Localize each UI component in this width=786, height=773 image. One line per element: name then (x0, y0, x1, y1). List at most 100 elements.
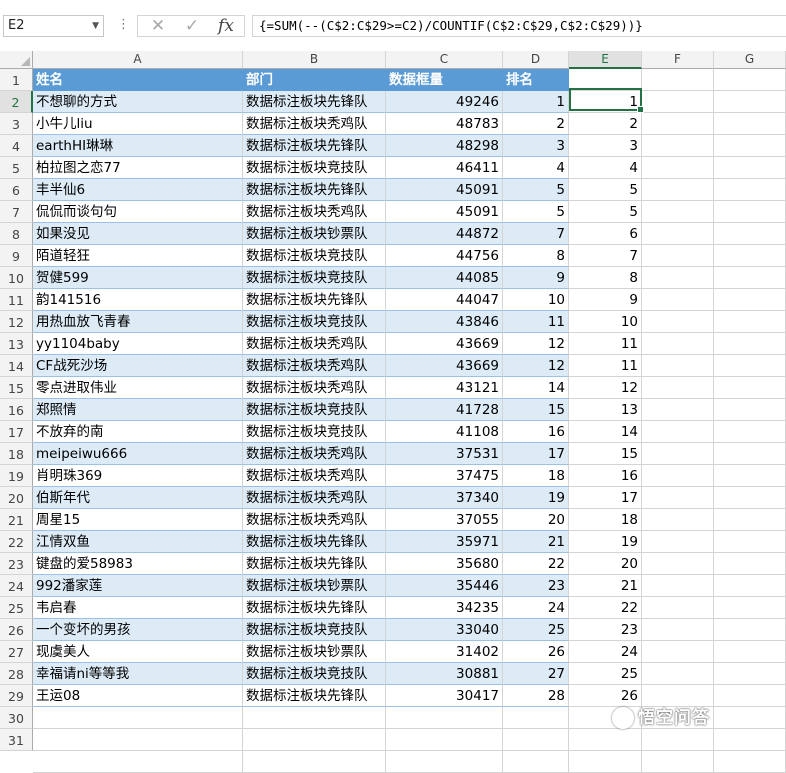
row-header-30[interactable]: 30 (0, 707, 33, 729)
cell-dept[interactable]: 数据标注板块竞技队 (243, 157, 386, 179)
cell-name[interactable]: 小牛儿liu (33, 113, 243, 135)
cell-dense-rank[interactable]: 8 (569, 267, 642, 289)
cell-rank[interactable]: 18 (503, 465, 569, 487)
cell-score[interactable]: 37475 (386, 465, 503, 487)
row-header-13[interactable]: 13 (0, 333, 33, 355)
cell-empty[interactable] (714, 179, 786, 201)
cell-empty[interactable] (642, 597, 714, 619)
cell-score[interactable]: 48298 (386, 135, 503, 157)
cell-empty[interactable] (714, 707, 786, 729)
cell-rank[interactable]: 5 (503, 201, 569, 223)
row-header-21[interactable]: 21 (0, 509, 33, 531)
name-box[interactable]: E2 ▼ (3, 15, 104, 37)
cell-empty[interactable] (642, 641, 714, 663)
cell-score[interactable]: 44085 (386, 267, 503, 289)
cell-empty[interactable] (642, 531, 714, 553)
row-header-6[interactable]: 6 (0, 179, 33, 201)
cell-rank[interactable]: 11 (503, 311, 569, 333)
row-header-11[interactable]: 11 (0, 289, 33, 311)
cell-empty[interactable] (714, 751, 786, 773)
cell-empty[interactable] (642, 421, 714, 443)
cell-dense-rank[interactable]: 21 (569, 575, 642, 597)
cell-empty[interactable] (642, 443, 714, 465)
cell-score[interactable]: 44756 (386, 245, 503, 267)
cell-name[interactable]: earthHI琳琳 (33, 135, 243, 157)
cell-empty[interactable] (642, 91, 714, 113)
cell-name[interactable]: 如果没见 (33, 223, 243, 245)
cell-score[interactable]: 33040 (386, 619, 503, 641)
cell-empty[interactable] (714, 443, 786, 465)
cell-rank[interactable]: 22 (503, 553, 569, 575)
formula-input[interactable]: {=SUM(--(C$2:C$29>=C2)/COUNTIF(C$2:C$29,… (252, 15, 786, 37)
cell-rank[interactable]: 26 (503, 641, 569, 663)
cell-dept[interactable]: 数据标注板块竞技队 (243, 619, 386, 641)
cell-rank[interactable]: 10 (503, 289, 569, 311)
row-header-2[interactable]: 2 (0, 91, 33, 113)
cell-rank[interactable]: 9 (503, 267, 569, 289)
cell-empty[interactable] (642, 289, 714, 311)
cell-empty[interactable] (714, 531, 786, 553)
cell-name[interactable]: 江情双鱼 (33, 531, 243, 553)
cell-score[interactable]: 35680 (386, 553, 503, 575)
cell-empty[interactable] (386, 729, 503, 751)
cell-rank[interactable]: 17 (503, 443, 569, 465)
cell-name[interactable]: 一个变坏的男孩 (33, 619, 243, 641)
cell-empty[interactable] (243, 751, 386, 773)
cell-name[interactable]: 键盘的爱58983 (33, 553, 243, 575)
cell-name[interactable]: 伯斯年代 (33, 487, 243, 509)
cell-dense-rank[interactable]: 24 (569, 641, 642, 663)
chevron-down-icon[interactable]: ▼ (92, 16, 99, 36)
cell-empty[interactable] (642, 619, 714, 641)
cell-empty[interactable] (714, 729, 786, 751)
cell-dept[interactable]: 数据标注板块竞技队 (243, 663, 386, 685)
cell-empty[interactable] (33, 707, 243, 729)
cell-dept[interactable]: 数据标注板块先锋队 (243, 179, 386, 201)
cell-name[interactable]: 韵141516 (33, 289, 243, 311)
cell-score[interactable]: 35446 (386, 575, 503, 597)
row-header-3[interactable]: 3 (0, 113, 33, 135)
cell-score[interactable]: 37531 (386, 443, 503, 465)
cell-dense-rank[interactable]: 5 (569, 201, 642, 223)
cell-dept[interactable]: 数据标注板块秃鸡队 (243, 487, 386, 509)
cell-empty[interactable] (642, 333, 714, 355)
cell-name[interactable]: 贺健599 (33, 267, 243, 289)
cell-dept[interactable]: 数据标注板块先锋队 (243, 597, 386, 619)
cell-dense-rank[interactable]: 7 (569, 245, 642, 267)
cell-empty[interactable] (714, 685, 786, 707)
cancel-icon[interactable]: ✕ (144, 16, 172, 36)
cell-score[interactable]: 44047 (386, 289, 503, 311)
cell-name[interactable]: meipeiwu666 (33, 443, 243, 465)
cell-empty[interactable] (714, 619, 786, 641)
cell-rank[interactable]: 7 (503, 223, 569, 245)
cell-dense-rank[interactable]: 20 (569, 553, 642, 575)
row-header-16[interactable]: 16 (0, 399, 33, 421)
cell-empty[interactable] (714, 245, 786, 267)
cell-empty[interactable] (642, 509, 714, 531)
cell-score[interactable]: 43669 (386, 355, 503, 377)
cell-rank[interactable]: 12 (503, 333, 569, 355)
cell-empty[interactable] (714, 663, 786, 685)
row-header-9[interactable]: 9 (0, 245, 33, 267)
cell-empty[interactable] (642, 201, 714, 223)
cell-empty[interactable] (642, 311, 714, 333)
cell-dense-rank[interactable]: 16 (569, 465, 642, 487)
cell-rank[interactable]: 19 (503, 487, 569, 509)
column-header-d[interactable]: D (503, 51, 569, 69)
cell-empty[interactable] (503, 751, 569, 773)
cell-empty[interactable] (642, 487, 714, 509)
cell-f1[interactable] (642, 69, 714, 91)
column-header-f[interactable]: F (642, 51, 714, 69)
cell-name[interactable]: 王运08 (33, 685, 243, 707)
cell-empty[interactable] (714, 113, 786, 135)
cell-score[interactable]: 45091 (386, 179, 503, 201)
cell-dense-rank[interactable]: 2 (569, 113, 642, 135)
cell-empty[interactable] (642, 399, 714, 421)
cell-dept[interactable]: 数据标注板块先锋队 (243, 91, 386, 113)
cell-empty[interactable] (503, 729, 569, 751)
cell-empty[interactable] (642, 179, 714, 201)
cell-name[interactable]: 柏拉图之恋77 (33, 157, 243, 179)
cell-rank[interactable]: 23 (503, 575, 569, 597)
cell-score[interactable]: 41728 (386, 399, 503, 421)
cell-dense-rank[interactable]: 17 (569, 487, 642, 509)
row-header-15[interactable]: 15 (0, 377, 33, 399)
